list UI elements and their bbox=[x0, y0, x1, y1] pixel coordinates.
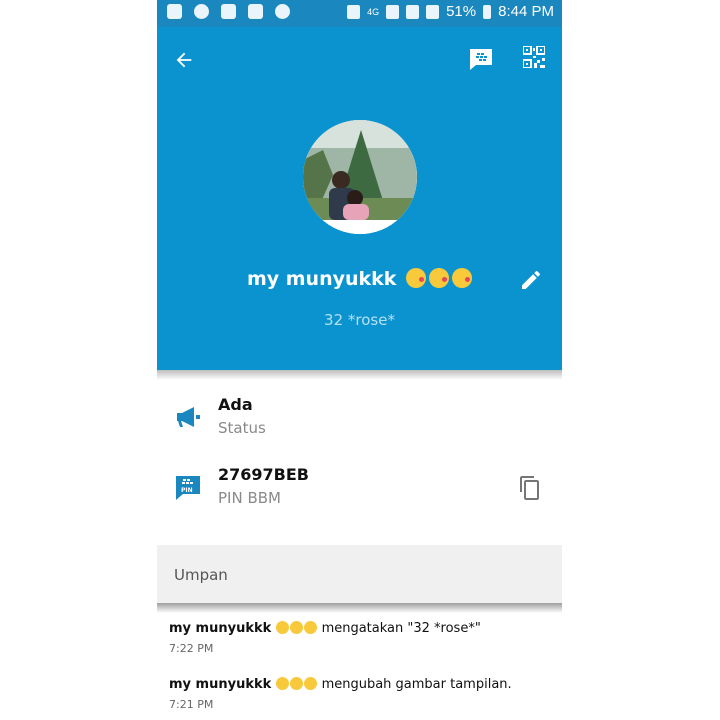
copy-pin-button[interactable] bbox=[518, 475, 544, 503]
gallery-icon bbox=[221, 4, 236, 19]
megaphone-icon bbox=[173, 402, 207, 436]
kiss-emoji-icon bbox=[290, 621, 304, 634]
pencil-icon bbox=[522, 271, 540, 289]
kiss-emoji-icon bbox=[452, 268, 473, 288]
clock: 8:44 PM bbox=[498, 3, 554, 20]
header-shadow bbox=[157, 370, 562, 380]
battery-icon bbox=[483, 4, 492, 19]
status-row: Ada Status bbox=[157, 390, 562, 452]
feed-item-name: my munyukkk bbox=[169, 677, 272, 692]
feed-item-time: 7:22 PM bbox=[169, 642, 214, 655]
kiss-emoji-icon bbox=[290, 677, 304, 690]
feed-item-text: my munyukkk mengatakan "32 *rose*" bbox=[169, 621, 559, 636]
pin-row: PIN 27697BEB PIN BBM bbox=[157, 460, 562, 522]
svg-text:PIN: PIN bbox=[181, 487, 193, 494]
kiss-emoji-icon bbox=[276, 621, 290, 634]
signal-icon bbox=[406, 4, 420, 19]
feed-item[interactable]: my munyukkk mengatakan "32 *rose*" 7:22 … bbox=[169, 621, 559, 655]
feed-item-name: my munyukkk bbox=[169, 621, 272, 636]
status-label: Status bbox=[218, 419, 266, 437]
kiss-emoji-icon bbox=[304, 621, 318, 634]
app-notification-icon bbox=[275, 4, 290, 19]
feed-item-time: 7:21 PM bbox=[169, 698, 214, 711]
contact-name: my munyukkk bbox=[157, 268, 562, 290]
feed-item[interactable]: my munyukkk mengubah gambar tampilan. 7:… bbox=[169, 677, 559, 711]
mute-icon bbox=[347, 4, 361, 19]
bbm-pin-icon: PIN bbox=[173, 472, 207, 506]
contact-name-text: my munyukkk bbox=[246, 268, 397, 290]
status-bar: 4G 51% 8:44 PM bbox=[157, 0, 562, 27]
back-arrow-icon bbox=[176, 52, 192, 68]
profile-avatar[interactable] bbox=[303, 120, 417, 234]
feed-item-action: mengatakan "32 *rose*" bbox=[321, 621, 481, 636]
qr-code-icon bbox=[523, 46, 545, 68]
feed-title: Umpan bbox=[174, 566, 228, 584]
bbm-chat-icon bbox=[470, 49, 492, 70]
signal-2-icon bbox=[426, 4, 440, 19]
back-button[interactable] bbox=[169, 45, 199, 75]
bbm-notification-icon bbox=[248, 4, 263, 19]
feed-item-text: my munyukkk mengubah gambar tampilan. bbox=[169, 677, 559, 692]
kiss-emoji-icon bbox=[304, 677, 318, 690]
status-value: Ada bbox=[218, 395, 253, 414]
feed-shadow bbox=[157, 603, 562, 613]
sim-icon bbox=[386, 4, 400, 19]
profile-screen: 4G 51% 8:44 PM my munyukkk 32 *rose* Ada… bbox=[157, 0, 562, 720]
qr-code-button[interactable] bbox=[523, 46, 545, 68]
feed-item-action: mengubah gambar tampilan. bbox=[321, 677, 512, 692]
battery-percent: 51% bbox=[446, 3, 477, 20]
feed-header: Umpan bbox=[157, 545, 562, 603]
avatar-photo bbox=[303, 120, 417, 234]
alert-icon bbox=[167, 4, 182, 19]
chat-button[interactable] bbox=[467, 45, 495, 73]
notification-icons bbox=[167, 4, 290, 19]
network-type: 4G bbox=[367, 6, 380, 17]
kiss-emoji-icon bbox=[429, 268, 450, 288]
sync-icon bbox=[194, 4, 209, 19]
kiss-emoji-icon bbox=[406, 268, 427, 288]
pin-value: 27697BEB bbox=[218, 465, 309, 484]
profile-header: my munyukkk 32 *rose* bbox=[157, 27, 562, 370]
copy-icon bbox=[520, 476, 539, 500]
pin-label: PIN BBM bbox=[218, 489, 281, 507]
kiss-emoji-icon bbox=[276, 677, 290, 690]
personal-message: 32 *rose* bbox=[324, 311, 395, 329]
system-indicators: 4G 51% 8:44 PM bbox=[347, 3, 554, 20]
edit-name-button[interactable] bbox=[517, 266, 545, 294]
